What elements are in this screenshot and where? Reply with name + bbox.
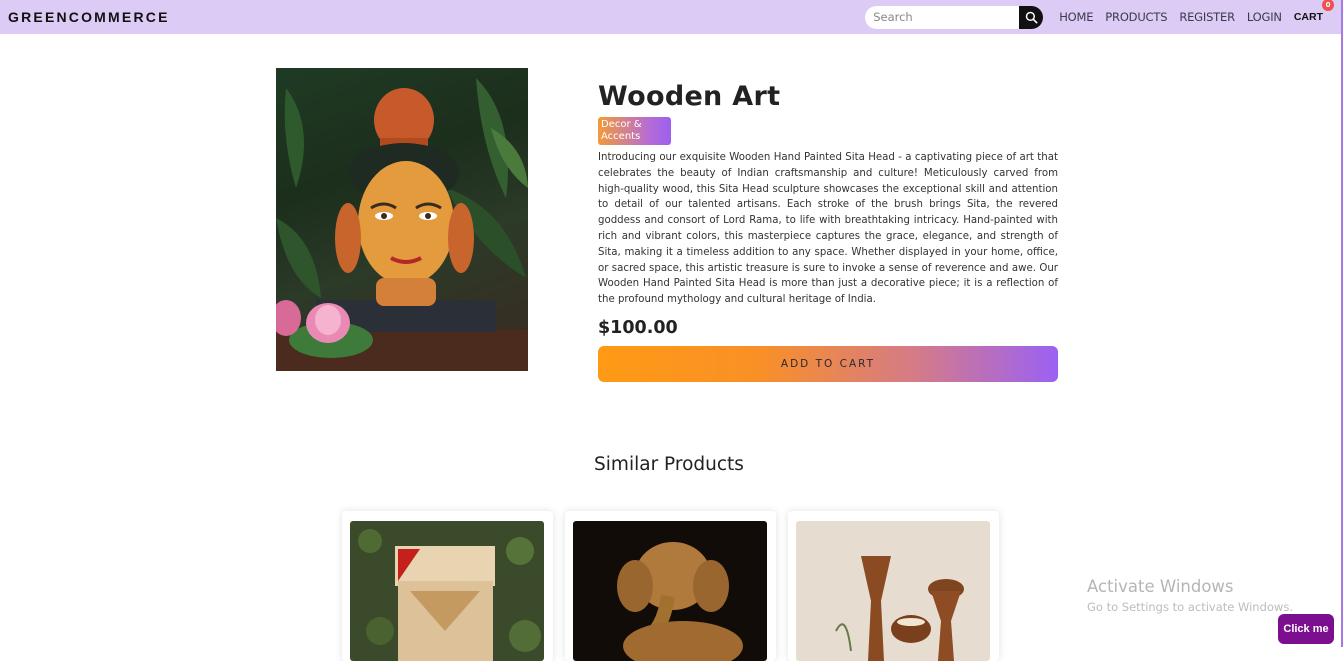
nav-products[interactable]: PRODUCTS — [1105, 10, 1167, 24]
product-price: $100.00 — [598, 317, 678, 338]
activate-windows-title: Activate Windows — [1087, 577, 1234, 596]
similar-product-card[interactable] — [565, 511, 776, 661]
product-image — [276, 68, 528, 371]
add-to-cart-button[interactable]: ADD TO CART — [598, 345, 1058, 382]
search-box — [865, 5, 1044, 29]
nav-login[interactable]: LOGIN — [1247, 10, 1282, 24]
product-info: Wooden Art Decor & Accents Introducing o… — [598, 80, 1058, 382]
similar-product-image — [573, 521, 767, 661]
cart-label: CART — [1293, 11, 1323, 23]
search-button[interactable] — [1019, 5, 1044, 29]
cart-count-badge: 0 — [1322, 0, 1334, 11]
category-badge[interactable]: Decor & Accents — [598, 117, 671, 145]
nav-home[interactable]: HOME — [1059, 10, 1093, 24]
similar-products-title: Similar Products — [594, 454, 744, 475]
product-title: Wooden Art — [598, 81, 781, 112]
similar-product-image — [796, 521, 990, 661]
brand-logo[interactable]: GREENCOMMERCE — [8, 9, 170, 25]
click-me-button[interactable]: Click me — [1278, 614, 1334, 644]
similar-product-card[interactable] — [342, 511, 553, 661]
search-icon — [1025, 11, 1038, 23]
nav-right: HOME PRODUCTS REGISTER LOGIN CART 0 — [865, 0, 1335, 34]
similar-product-card[interactable] — [788, 511, 999, 661]
nav-cart[interactable]: CART 0 — [1293, 0, 1334, 23]
activate-windows-subtitle: Go to Settings to activate Windows. — [1087, 600, 1293, 614]
nav-register[interactable]: REGISTER — [1179, 10, 1235, 24]
similar-product-image — [350, 521, 544, 661]
search-input[interactable] — [865, 5, 1020, 29]
navbar: GREENCOMMERCE HOME PRODUCTS REGISTER LOG… — [0, 0, 1343, 34]
product-description: Introducing our exquisite Wooden Hand Pa… — [598, 152, 1058, 306]
